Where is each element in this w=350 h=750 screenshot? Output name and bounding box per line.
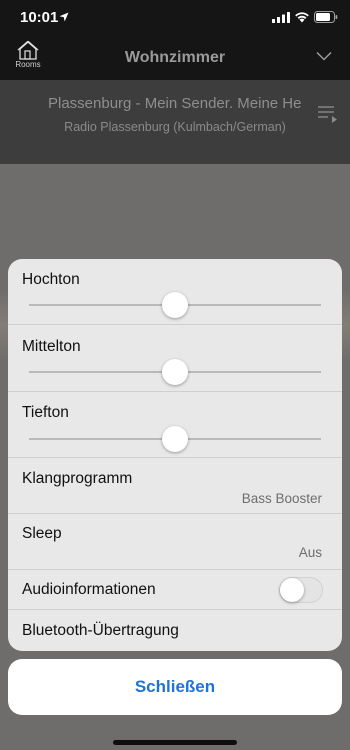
sleep-value: Aus — [298, 545, 322, 560]
wifi-icon — [295, 12, 309, 23]
treble-row: Hochton — [8, 259, 342, 325]
location-arrow-icon — [59, 12, 69, 22]
close-button[interactable]: Schließen — [8, 659, 342, 715]
sleep-label: Sleep — [22, 525, 62, 542]
queue-list-icon[interactable] — [316, 104, 340, 124]
chevron-down-icon[interactable] — [316, 51, 332, 61]
treble-slider-thumb[interactable] — [162, 292, 188, 318]
bass-slider-thumb[interactable] — [162, 426, 188, 452]
audio-info-row: Audioinformationen — [8, 570, 342, 610]
signal-icon — [272, 12, 290, 23]
now-playing-bar[interactable]: Plassenburg - Mein Sender. Meine Heimat.… — [0, 80, 350, 164]
sound-program-row[interactable]: Klangprogramm Bass Booster — [8, 458, 342, 514]
mid-slider-thumb[interactable] — [162, 359, 188, 385]
bass-row: Tiefton — [8, 392, 342, 458]
now-playing-title: Plassenburg - Mein Sender. Meine Heimat. — [48, 95, 301, 112]
status-time: 10:01 — [20, 9, 59, 26]
bluetooth-link[interactable]: Bluetooth-Übertragung — [22, 622, 179, 640]
sound-program-value: Bass Booster — [241, 491, 322, 506]
sleep-row[interactable]: Sleep Aus — [8, 514, 342, 570]
battery-icon — [314, 11, 338, 23]
audio-info-toggle-knob — [280, 578, 304, 602]
treble-label: Hochton — [22, 271, 80, 288]
mid-row: Mittelton — [8, 325, 342, 392]
audio-info-label: Audioinformationen — [22, 581, 156, 598]
audio-info-toggle[interactable] — [279, 577, 323, 603]
bluetooth-row[interactable]: Bluetooth-Übertragung — [8, 610, 342, 651]
room-title[interactable]: Wohnzimmer — [0, 49, 350, 67]
sound-program-label: Klangprogramm — [22, 470, 133, 487]
room-header: Rooms Wohnzimmer — [0, 36, 350, 80]
now-playing-station: Radio Plassenburg (Kulmbach/German) — [64, 120, 286, 134]
status-bar: 10:01 — [0, 0, 350, 36]
mid-label: Mittelton — [22, 338, 81, 355]
bass-label: Tiefton — [22, 404, 69, 421]
sound-settings-sheet: Hochton Mittelton Tiefton Klangprogramm … — [8, 259, 342, 651]
home-indicator — [113, 740, 237, 745]
